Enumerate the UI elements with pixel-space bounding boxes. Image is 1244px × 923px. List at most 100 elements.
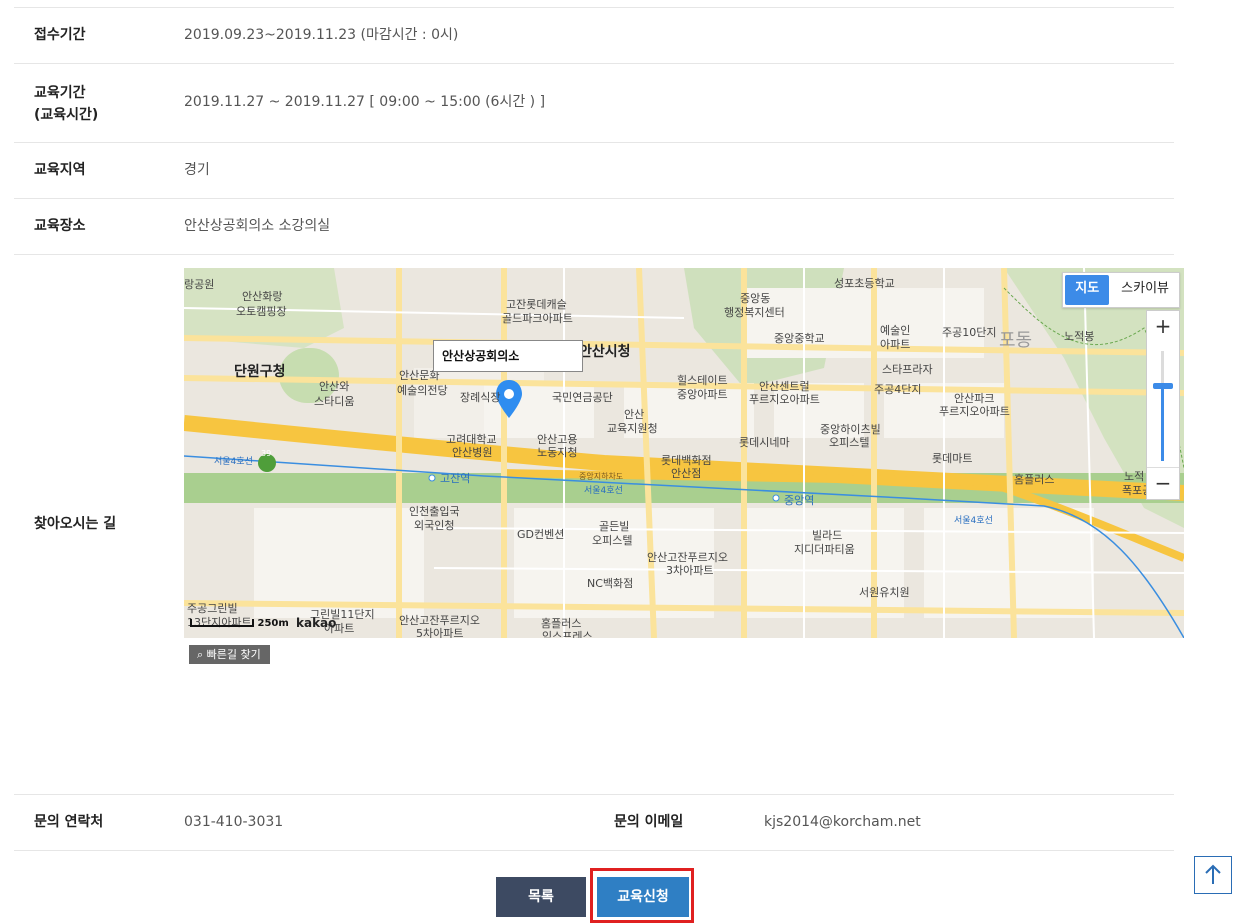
zoom-control: + −	[1146, 310, 1180, 500]
map-label: 중앙역	[784, 494, 814, 507]
map-label: 스타디움	[314, 395, 354, 408]
map-label: 3차아파트	[666, 564, 713, 577]
map-label: 예술인	[880, 324, 910, 337]
zoom-in-button[interactable]: +	[1147, 311, 1179, 343]
map-label: 푸르지오아파트	[939, 405, 1010, 418]
map-label: 단원구청	[234, 363, 286, 380]
map-label: 중앙아파트	[677, 388, 728, 401]
map-label: 장례식장	[460, 391, 500, 404]
map-label: 포동	[999, 330, 1032, 351]
region-value: 경기	[184, 162, 210, 178]
map-label: NC백화점	[587, 577, 633, 590]
map-label: 노동지청	[537, 446, 577, 459]
magnifier-icon: ⌕	[197, 648, 204, 661]
map-label: 행정복지센터	[724, 306, 785, 319]
map-label: 안산고용	[537, 433, 577, 446]
map-label: 빌라드	[812, 529, 842, 542]
map-type-skyview-button[interactable]: 스카이뷰	[1111, 273, 1179, 307]
venue-label: 교육장소	[34, 218, 86, 234]
jungang-station-marker	[772, 494, 780, 502]
reception-label: 접수기간	[34, 27, 86, 43]
find-route-label: 빠른길 찾기	[206, 648, 261, 661]
map-label: 골든빌	[599, 520, 629, 533]
map-canvas[interactable]: 랑공원 안산화랑 오토캠핑장 단원구청 안산와 스타디움 안산문화 예술의전당 …	[184, 268, 1184, 638]
map-label: 주공4단지	[874, 383, 921, 396]
map-label: 롯데시네마	[739, 436, 790, 449]
map-label: 예술의전당	[397, 384, 448, 397]
apply-button[interactable]: 교육신청	[597, 877, 689, 917]
map-label: 성포초등학교	[834, 277, 895, 290]
zoom-out-button[interactable]: −	[1147, 467, 1179, 500]
map-label: 안산병원	[452, 446, 492, 459]
map-label: GD컨벤션	[517, 528, 564, 541]
map-label: 노적봉	[1064, 330, 1094, 343]
zoom-slider-handle[interactable]	[1153, 383, 1173, 389]
map-label: 국민연금공단	[552, 391, 613, 404]
map-label: 중앙동	[740, 292, 770, 305]
map-label: 중앙중학교	[774, 332, 825, 345]
map-label: 교육지원청	[607, 422, 658, 435]
row-region: 교육지역 경기	[14, 143, 1174, 199]
map-label: 고잔역	[440, 472, 470, 485]
map-label: 39	[261, 449, 271, 458]
map-label: 홈플러스	[1014, 472, 1054, 486]
map-label: 안산화랑	[242, 290, 282, 303]
map-label: 아파트	[880, 338, 910, 351]
email-value: kjs2014@korcham.net	[764, 814, 921, 830]
map-label: 랑공원	[184, 278, 214, 291]
map-label: 5차아파트	[416, 627, 463, 638]
map-label: 힐스테이트	[677, 374, 728, 387]
map-label: 인천출입국	[409, 504, 460, 518]
row-contact: 문의 연락처 031-410-3031 문의 이메일 kjs2014@korch…	[14, 795, 1174, 851]
map-label: 오피스텔	[829, 436, 869, 449]
map-brand-logo: kakao	[296, 616, 337, 630]
map-label: 서울4호선	[214, 456, 253, 467]
map-type-map-button[interactable]: 지도	[1065, 275, 1110, 305]
email-label: 문의 이메일	[614, 814, 684, 830]
map-label: 중앙하이츠빌	[820, 422, 881, 436]
map-infowindow[interactable]: 안산상공회의소	[433, 340, 583, 372]
map-label: 스타프라자	[882, 363, 933, 376]
map-label: 롯데마트	[932, 452, 972, 465]
map-label: 서원유치원	[859, 586, 910, 599]
region-label: 교육지역	[34, 162, 86, 178]
find-route-button[interactable]: ⌕ 빠른길 찾기	[189, 645, 270, 664]
row-venue: 교육장소 안산상공회의소 소강의실	[14, 199, 1174, 255]
map-label: 안산점	[671, 467, 701, 480]
map-label: 안산센트럴	[759, 380, 810, 393]
map-label: 고잔롯데캐슬	[506, 298, 567, 311]
location-map[interactable]: 랑공원 안산화랑 오토캠핑장 단원구청 안산와 스타디움 안산문화 예술의전당 …	[184, 268, 1184, 638]
scroll-to-top-button[interactable]	[1194, 856, 1232, 894]
map-label: 서울4호선	[954, 515, 993, 526]
map-label: 안산와	[319, 380, 349, 393]
map-label: 서울4호선	[584, 485, 623, 496]
directions-label: 찾아오시는 길	[34, 516, 117, 532]
contact-label: 문의 연락처	[34, 814, 104, 830]
map-label: 안산파크	[954, 392, 994, 405]
arrow-up-icon	[1205, 864, 1221, 884]
map-scale: 250m	[190, 618, 289, 629]
scale-label: 250m	[257, 618, 289, 629]
map-label: 익스프레스	[542, 630, 593, 638]
map-label: 롯데백화점	[661, 454, 712, 467]
map-label: 골드파크아파트	[502, 312, 573, 325]
period-value: 2019.11.27 ~ 2019.11.27 [ 09:00 ~ 15:00 …	[184, 94, 546, 110]
map-label: 중앙지하차도	[579, 471, 623, 481]
map-label: 홈플러스	[541, 616, 581, 630]
map-label: 주공10단지	[942, 326, 996, 339]
gojan-station-marker	[428, 474, 436, 482]
zoom-slider-fill	[1161, 385, 1164, 461]
venue-value: 안산상공회의소 소강의실	[184, 218, 331, 234]
list-button[interactable]: 목록	[496, 877, 586, 917]
map-label: 주공그린빌	[187, 602, 238, 615]
map-label: 오피스텔	[592, 534, 632, 547]
period-label-line1: 교육기간	[34, 85, 86, 101]
reception-value: 2019.09.23~2019.11.23 (마감시간 : 0시)	[184, 27, 459, 43]
map-label: 안산	[624, 408, 644, 421]
scale-bar	[190, 619, 254, 627]
row-reception-period: 접수기간 2019.09.23~2019.11.23 (마감시간 : 0시)	[14, 0, 1174, 64]
map-label: 안산시청	[579, 343, 631, 360]
map-label: 안산고잔푸르지오	[647, 551, 728, 564]
contact-value: 031-410-3031	[184, 814, 284, 830]
period-label-line2: (교육시간)	[34, 107, 99, 123]
